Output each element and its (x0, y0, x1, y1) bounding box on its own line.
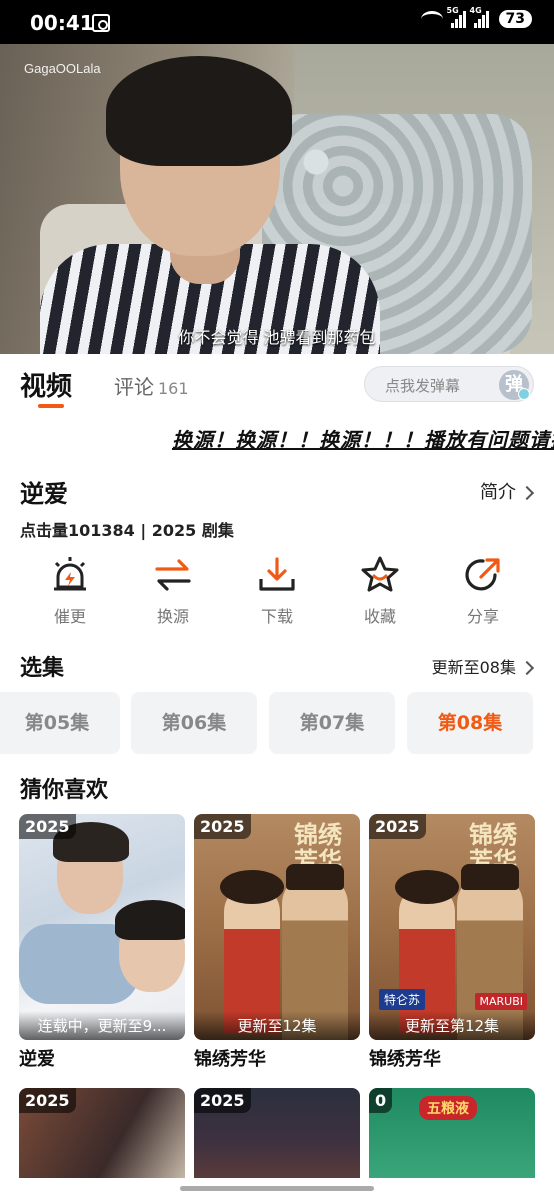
episodes-more-label: 更新至08集 (431, 658, 516, 677)
episode-button-active[interactable]: 第08集 (407, 692, 533, 754)
action-switch-source[interactable]: 换源 (121, 555, 225, 627)
recommend-card[interactable]: 2025 连载中，更新至9... 逆爱 (19, 814, 185, 1071)
download-icon (259, 557, 295, 591)
episode-button[interactable]: 第07集 (269, 692, 395, 754)
recommend-poster: 锦绣芳华 特仑苏 MARUBI 2025 更新至第12集 (369, 814, 535, 1040)
alarm-icon (54, 557, 86, 591)
year-badge: 2025 (19, 814, 76, 839)
sponsor-tag: 五粮液 (419, 1096, 477, 1120)
notice-text: 换源！换源！！换源！！！播放有问题请换源 (172, 428, 554, 452)
status-icons: 5G 4G 73 (420, 6, 532, 28)
recommend-card-title: 逆爱 (19, 1049, 55, 1070)
intro-label: 简介 (480, 482, 516, 503)
home-indicator[interactable] (180, 1186, 374, 1191)
status-time: 00:41 (30, 11, 94, 35)
chevron-right-icon (519, 485, 535, 501)
comments-count: 161 (158, 379, 189, 398)
signal-icon: 4G (470, 6, 489, 28)
action-label: 催更 (53, 607, 86, 626)
year-badge: 2025 (194, 1088, 251, 1113)
action-label: 下载 (260, 607, 293, 626)
share-icon (465, 558, 500, 591)
signal-icon: 5G (447, 6, 466, 28)
action-share[interactable]: 分享 (431, 555, 535, 627)
recommend-poster: 锦绣芳华 2025 更新至12集 (194, 814, 360, 1040)
status-bar: 00:41 5G 4G 73 (0, 0, 554, 44)
network-label: 5G (446, 6, 459, 15)
action-row: 催更 换源 下载 收藏 分享 (0, 555, 554, 635)
network-label: 4G (469, 6, 482, 15)
danmaku-placeholder: 点我发弹幕 (385, 377, 461, 395)
danmaku-toggle-icon[interactable]: 弹 (499, 370, 530, 400)
episode-button[interactable]: 第06集 (131, 692, 257, 754)
screen-record-icon (92, 14, 110, 32)
detail-tabs: 视频 评论 161 点我发弹幕 弹 (0, 354, 554, 414)
action-download[interactable]: 下载 (225, 555, 329, 627)
wifi-icon (420, 11, 443, 27)
recommend-poster: 2025 连载中，更新至9... (19, 814, 185, 1040)
recommend-card[interactable]: 锦绣芳华 2025 更新至12集 锦绣芳华 (194, 814, 360, 1071)
recommend-card-title: 锦绣芳华 (369, 1049, 441, 1070)
tab-comments-label: 评论 (114, 375, 154, 399)
show-meta: 点击量101384 | 2025 剧集 (20, 521, 234, 540)
star-icon (361, 556, 399, 592)
tab-indicator (38, 404, 64, 408)
recommend-card[interactable]: 2025 (19, 1088, 185, 1178)
year-badge: 0 (369, 1088, 393, 1113)
action-urge-update[interactable]: 催更 (18, 555, 122, 627)
sponsor-logo: MARUBI (475, 993, 527, 1010)
recommend-card[interactable]: 锦绣芳华 特仑苏 MARUBI 2025 更新至第12集 锦绣芳华 (369, 814, 535, 1071)
show-title: 逆爱 (20, 480, 68, 508)
episodes-more-button[interactable]: 更新至08集 (431, 654, 535, 678)
action-label: 分享 (466, 607, 499, 626)
sponsor-logo: 特仑苏 (379, 989, 426, 1010)
recommend-card-title: 锦绣芳华 (194, 1049, 266, 1070)
action-favorite[interactable]: 收藏 (328, 555, 432, 627)
episode-list: 第05集 第06集 第07集 第08集 (0, 692, 554, 754)
year-badge: 2025 (194, 814, 251, 839)
recommend-title: 猜你喜欢 (20, 778, 109, 803)
action-label: 收藏 (363, 607, 396, 626)
video-subtitle: 你不会觉得 池骋看到那药包 (178, 328, 376, 347)
update-status: 连载中，更新至9... (19, 1011, 185, 1040)
action-label: 换源 (156, 607, 189, 626)
video-player[interactable]: GagaOOLala 你不会觉得 池骋看到那药包 (0, 44, 554, 354)
swap-icon (155, 559, 191, 591)
year-badge: 2025 (369, 814, 426, 839)
recommend-card[interactable]: 2025 (194, 1088, 360, 1178)
update-status: 更新至12集 (194, 1011, 360, 1040)
channel-watermark: GagaOOLala (24, 61, 101, 76)
danmaku-input[interactable]: 点我发弹幕 弹 (364, 366, 534, 402)
battery-indicator: 73 (498, 10, 532, 28)
update-status: 更新至第12集 (369, 1011, 535, 1040)
recommend-card[interactable]: 五粮液 0 (369, 1088, 535, 1178)
tab-comments[interactable]: 评论 161 (114, 371, 189, 400)
chevron-right-icon (519, 660, 535, 676)
episodes-title: 选集 (20, 656, 65, 681)
video-person-hair (106, 56, 292, 166)
tab-video[interactable]: 视频 (20, 366, 72, 403)
year-badge: 2025 (19, 1088, 76, 1113)
intro-button[interactable]: 简介 (480, 478, 535, 504)
episode-button[interactable]: 第05集 (0, 692, 120, 754)
notice-marquee: 换源！换源！！换源！！！播放有问题请换源 (0, 420, 554, 456)
